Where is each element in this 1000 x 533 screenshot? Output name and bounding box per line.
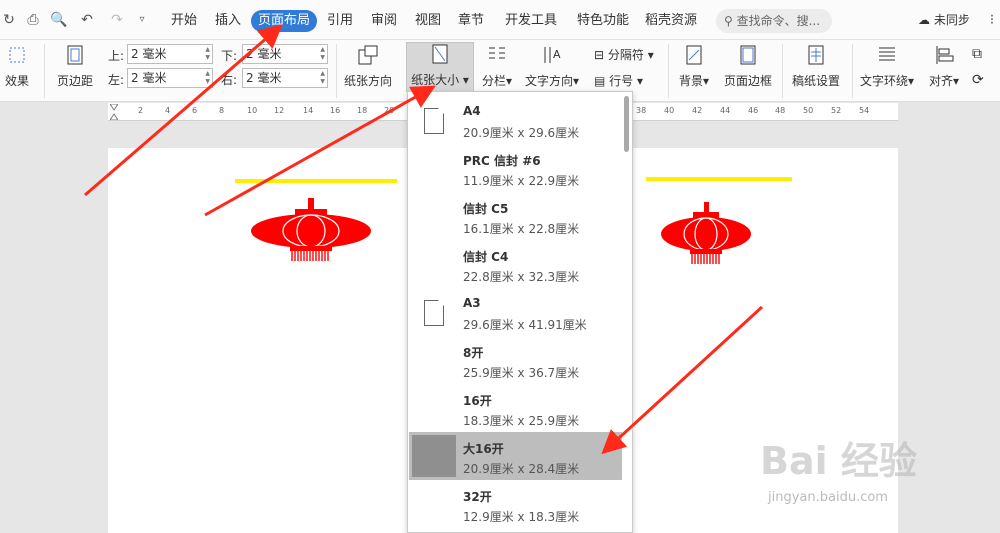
baidu-watermark-logo: Bai 经验 bbox=[760, 439, 917, 483]
arrow-to-large-16k-option bbox=[601, 305, 764, 455]
arrow-to-page-layout-tab bbox=[84, 24, 283, 197]
arrow-to-paper-size-button bbox=[204, 85, 436, 217]
baidu-watermark-url: jingyan.baidu.com bbox=[768, 490, 888, 505]
